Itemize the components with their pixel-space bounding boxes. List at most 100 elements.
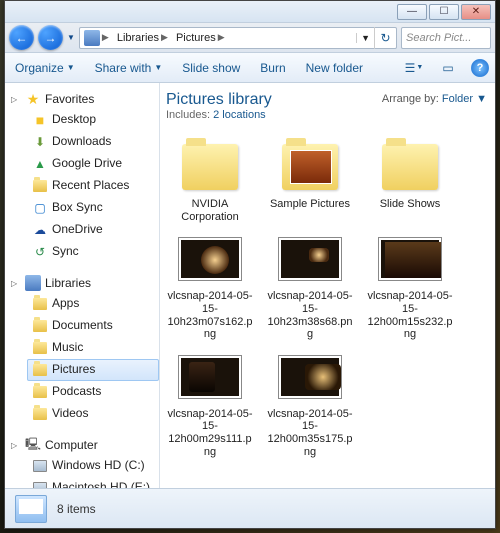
- folder-icon: ⬇: [32, 134, 48, 150]
- folder-icon: ■: [32, 112, 48, 128]
- libraries-icon: [25, 275, 41, 291]
- folder-icon: [182, 144, 238, 190]
- breadcrumb-pictures[interactable]: Pictures: [176, 32, 216, 44]
- thumbnail-icon: [178, 237, 242, 281]
- search-input[interactable]: Search Pict...: [401, 27, 491, 49]
- item-label: vlcsnap-2014-05-15-12h00m29s111.png: [166, 408, 254, 459]
- item-label: vlcsnap-2014-05-15-10h23m38s68.png: [266, 290, 354, 341]
- thumbnail-icon: [378, 237, 442, 281]
- sidebar-item-podcasts[interactable]: Podcasts: [27, 381, 159, 403]
- libraries-header[interactable]: ▷ Libraries: [5, 273, 159, 293]
- close-button[interactable]: ✕: [461, 4, 491, 20]
- back-button[interactable]: ←: [9, 25, 34, 50]
- item-label: NVIDIA Corporation: [166, 198, 254, 223]
- arrange-by[interactable]: Arrange by: Folder ▼: [382, 93, 487, 105]
- file-item[interactable]: vlcsnap-2014-05-15-10h23m38s68.png: [266, 231, 354, 341]
- file-item[interactable]: vlcsnap-2014-05-15-10h23m07s162.png: [166, 231, 254, 341]
- folder-icon: [282, 144, 338, 190]
- folder-icon: [382, 144, 438, 190]
- toolbar: Organize▼ Share with▼ Slide show Burn Ne…: [5, 53, 495, 83]
- nav-row: ← → ▼ ▶ Libraries ▶ Pictures ▶ ▼ ↻ Searc…: [5, 23, 495, 53]
- items-grid: NVIDIA Corporation Sample Pictures Slide S…: [166, 139, 489, 458]
- chevron-down-icon: ▼: [154, 63, 162, 72]
- address-dropdown-icon[interactable]: ▼: [356, 33, 374, 43]
- item-label: vlcsnap-2014-05-15-12h00m35s175.png: [266, 408, 354, 459]
- sidebar-item-recent-places[interactable]: Recent Places: [27, 175, 159, 197]
- library-icon: [32, 406, 48, 422]
- locations-link[interactable]: 2 locations: [213, 109, 266, 121]
- item-label: Sample Pictures: [270, 198, 350, 211]
- status-icon: [15, 495, 47, 523]
- computer-header[interactable]: ▷ 🖳 Computer: [5, 435, 159, 455]
- computer-icon: 🖳: [25, 437, 41, 453]
- drive-icon: [32, 480, 48, 488]
- libraries-icon: [84, 30, 100, 46]
- sidebar-item-drive[interactable]: Macintosh HD (E:): [27, 477, 159, 488]
- file-item[interactable]: vlcsnap-2014-05-15-12h00m29s111.png: [166, 349, 254, 459]
- status-text: 8 items: [57, 502, 96, 516]
- preview-pane-button[interactable]: ▭: [437, 57, 459, 79]
- favorites-header[interactable]: ▷ ★ Favorites: [5, 89, 159, 109]
- organize-button[interactable]: Organize▼: [11, 59, 79, 77]
- library-icon: [32, 340, 48, 356]
- library-subtitle: Includes: 2 locations: [166, 109, 489, 121]
- folder-item[interactable]: Slide Shows: [366, 139, 454, 223]
- sidebar-item-onedrive[interactable]: ☁OneDrive: [27, 219, 159, 241]
- status-bar: 8 items: [5, 488, 495, 528]
- favorites-group: ▷ ★ Favorites ■Desktop⬇Downloads▲Google …: [5, 89, 159, 263]
- view-button[interactable]: ☰▼: [403, 57, 425, 79]
- thumbnail-icon: [278, 237, 342, 281]
- library-icon: [32, 384, 48, 400]
- refresh-button[interactable]: ↻: [374, 27, 396, 49]
- item-label: vlcsnap-2014-05-15-12h00m15s232.png: [366, 290, 454, 341]
- drive-icon: [32, 458, 48, 474]
- library-icon: [32, 296, 48, 312]
- star-icon: ★: [25, 91, 41, 107]
- sidebar-item-apps[interactable]: Apps: [27, 293, 159, 315]
- sidebar-item-videos[interactable]: Videos: [27, 403, 159, 425]
- sidebar-item-downloads[interactable]: ⬇Downloads: [27, 131, 159, 153]
- minimize-button[interactable]: —: [397, 4, 427, 20]
- thumbnail-icon: [178, 355, 242, 399]
- navigation-pane: ▷ ★ Favorites ■Desktop⬇Downloads▲Google …: [5, 83, 160, 488]
- burn-button[interactable]: Burn: [256, 59, 289, 77]
- item-label: vlcsnap-2014-05-15-10h23m07s162.png: [166, 290, 254, 341]
- thumbnail-icon: [278, 355, 342, 399]
- chevron-down-icon: ▼: [67, 63, 75, 72]
- help-button[interactable]: ?: [471, 59, 489, 77]
- maximize-button[interactable]: ☐: [429, 4, 459, 20]
- titlebar: — ☐ ✕: [5, 1, 495, 23]
- new-folder-button[interactable]: New folder: [302, 59, 367, 77]
- sidebar-item-google-drive[interactable]: ▲Google Drive: [27, 153, 159, 175]
- library-icon: [32, 362, 48, 378]
- folder-icon: ☁: [32, 222, 48, 238]
- folder-icon: [32, 178, 48, 194]
- sidebar-item-box-sync[interactable]: ▢Box Sync: [27, 197, 159, 219]
- libraries-group: ▷ Libraries AppsDocumentsMusicPicturesPo…: [5, 273, 159, 425]
- sidebar-item-desktop[interactable]: ■Desktop: [27, 109, 159, 131]
- breadcrumb-libraries[interactable]: Libraries: [117, 32, 159, 44]
- sidebar-item-documents[interactable]: Documents: [27, 315, 159, 337]
- history-dropdown-icon[interactable]: ▼: [67, 33, 75, 42]
- folder-item[interactable]: Sample Pictures: [266, 139, 354, 223]
- slideshow-button[interactable]: Slide show: [178, 59, 244, 77]
- folder-icon: ▢: [32, 200, 48, 216]
- sidebar-item-drive[interactable]: Windows HD (C:): [27, 455, 159, 477]
- share-with-button[interactable]: Share with▼: [91, 59, 167, 77]
- address-bar[interactable]: ▶ Libraries ▶ Pictures ▶ ▼ ↻: [79, 27, 397, 49]
- file-list-pane[interactable]: Pictures library Includes: 2 locations A…: [160, 83, 495, 488]
- library-icon: [32, 318, 48, 334]
- sidebar-item-music[interactable]: Music: [27, 337, 159, 359]
- folder-item[interactable]: NVIDIA Corporation: [166, 139, 254, 223]
- collapse-icon: ▷: [11, 95, 21, 104]
- sidebar-item-pictures[interactable]: Pictures: [27, 359, 159, 381]
- file-item[interactable]: vlcsnap-2014-05-15-12h00m35s175.png: [266, 349, 354, 459]
- sidebar-item-sync[interactable]: ↺Sync: [27, 241, 159, 263]
- file-item[interactable]: vlcsnap-2014-05-15-12h00m15s232.png: [366, 231, 454, 341]
- folder-icon: ↺: [32, 244, 48, 260]
- forward-button[interactable]: →: [38, 25, 63, 50]
- collapse-icon: ▷: [11, 441, 21, 450]
- computer-group: ▷ 🖳 Computer Windows HD (C:)Macintosh HD…: [5, 435, 159, 488]
- content-area: ▷ ★ Favorites ■Desktop⬇Downloads▲Google …: [5, 83, 495, 488]
- search-placeholder: Search Pict...: [406, 32, 471, 44]
